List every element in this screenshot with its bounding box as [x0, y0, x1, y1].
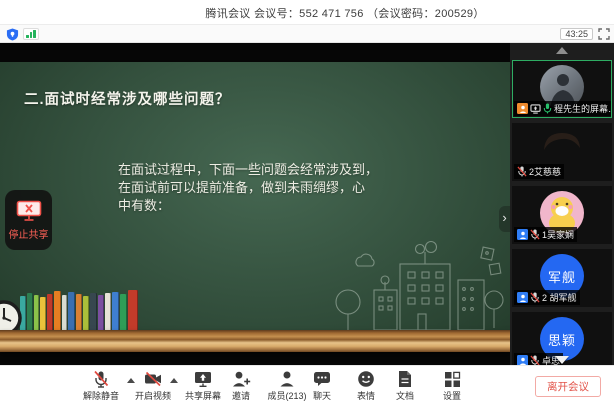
mic-off-icon [530, 292, 540, 303]
invite-person-icon [232, 370, 251, 388]
status-bar: 43:25 [0, 25, 614, 43]
chalk-tray [0, 330, 510, 352]
mic-muted-icon [92, 370, 110, 388]
network-signal-icon[interactable] [23, 28, 39, 40]
books-decoration [20, 290, 138, 331]
window-titlebar: 腾讯会议 会议号：552 471 756 （会议密码：200529） [0, 0, 614, 25]
participant-tile-sharing[interactable]: 程先生的屏幕… [512, 60, 612, 118]
participants-sidebar: 程先生的屏幕… 2艾慈慈 [510, 43, 614, 365]
docs-button[interactable]: 文档 [378, 370, 432, 402]
settings-button[interactable]: 设置 [425, 370, 479, 402]
slide-title: 二.面试时经常涉及哪些问题？ [24, 88, 231, 109]
leave-meeting-button[interactable]: 离开会议 [535, 376, 601, 397]
settings-grid-icon [444, 371, 461, 388]
screen-share-mini-icon [530, 104, 541, 114]
participant-tiles: 程先生的屏幕… 2艾慈慈 [512, 60, 612, 365]
smiley-icon [357, 370, 375, 388]
camera-off-icon [144, 370, 162, 388]
blackboard-slide: 二.面试时经常涉及哪些问题？ 在面试过程中，下面一些问题会经常涉及到， 在面试前… [0, 62, 510, 352]
stop-share-screen-icon [16, 200, 42, 222]
mic-off-icon [530, 229, 540, 240]
member-badge-icon [517, 355, 528, 365]
stop-share-button[interactable]: 停止共享 [5, 190, 52, 250]
members-person-icon [278, 370, 296, 388]
fullscreen-icon[interactable] [598, 28, 610, 40]
participant-name: 1吴家娴 [542, 228, 574, 241]
participant-tile[interactable]: 1吴家娴 [512, 186, 612, 244]
meeting-title: 腾讯会议 会议号：552 471 756 （会议密码：200529） [0, 5, 614, 21]
host-badge-icon [517, 103, 528, 114]
meeting-timer: 43:25 [560, 28, 593, 40]
chalk-city-drawing [330, 240, 508, 330]
stop-share-label: 停止共享 [9, 226, 49, 241]
member-badge-icon [517, 229, 528, 240]
chat-bubble-icon [313, 370, 331, 388]
participant-tile[interactable]: 2艾慈慈 [512, 123, 612, 181]
share-screen-icon [194, 370, 212, 388]
mic-off-icon [530, 355, 540, 365]
participant-namebar: 2艾慈慈 [514, 164, 564, 179]
participant-namebar: 2 胡军舰 [514, 290, 580, 305]
slide-body-text: 在面试过程中，下面一些问题会经常涉及到， 在面试前可以提前准备，做到未雨绸缪，心… [118, 161, 438, 215]
next-slide-arrow[interactable]: › [499, 206, 510, 232]
participant-name: 程先生的屏幕… [554, 102, 611, 115]
meeting-security-icon[interactable] [6, 28, 19, 41]
meeting-toolbar: 解除静音 开启视频 共享屏幕 [0, 365, 614, 406]
scroll-up-icon[interactable] [556, 47, 568, 54]
shared-screen-area: 二.面试时经常涉及哪些问题？ 在面试过程中，下面一些问题会经常涉及到， 在面试前… [0, 43, 510, 365]
member-badge-icon [517, 292, 528, 303]
participant-namebar: 程先生的屏幕… [514, 101, 611, 116]
unmute-button[interactable]: 解除静音 [74, 370, 128, 402]
participant-name: 2艾慈慈 [529, 165, 561, 178]
scroll-down-icon[interactable] [555, 356, 569, 364]
start-video-button[interactable]: 开启视频 [126, 370, 180, 402]
participant-tile[interactable]: 军舰 2 胡军舰 [512, 249, 612, 307]
tencent-meeting-window: 腾讯会议 会议号：552 471 756 （会议密码：200529） 43:25… [0, 0, 614, 406]
participant-namebar: 1吴家娴 [514, 227, 577, 242]
document-icon [397, 370, 413, 388]
participant-name: 2 胡军舰 [542, 291, 577, 304]
mic-off-icon [517, 166, 527, 177]
mic-on-icon [543, 103, 552, 114]
